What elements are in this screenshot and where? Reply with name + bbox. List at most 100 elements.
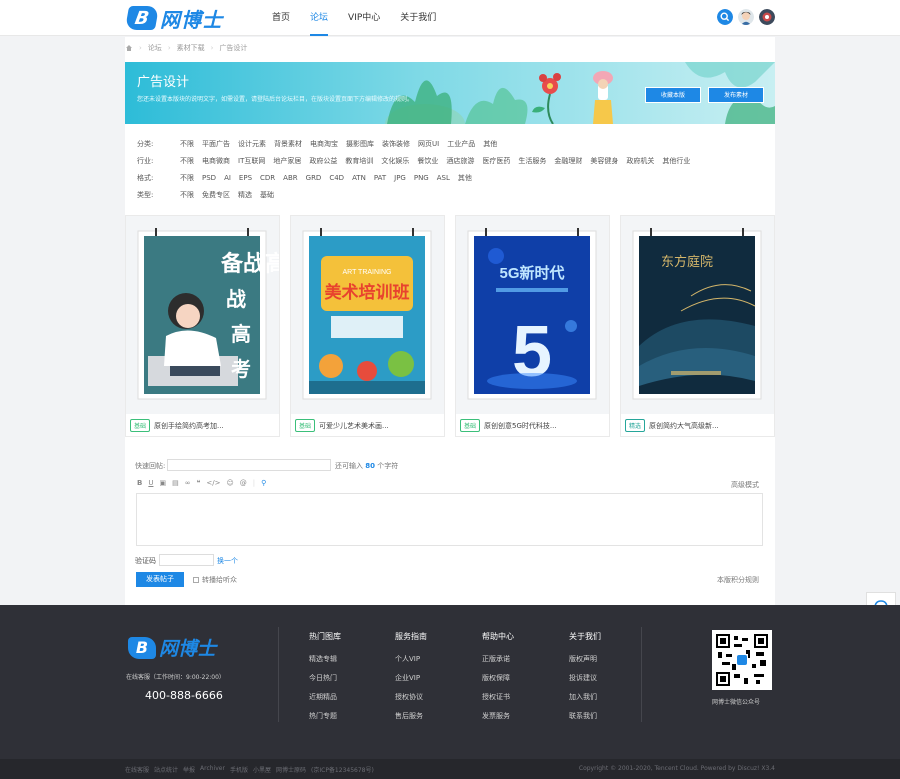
card-title[interactable]: 原创简约大气高级新... (649, 421, 719, 431)
bottom-link[interactable]: 手机版 (230, 765, 248, 774)
collect-forum-button[interactable]: 收藏本版 (645, 87, 701, 103)
filter-option[interactable]: 政府公益 (309, 156, 337, 166)
footer-link[interactable]: 热门专题 (309, 711, 341, 721)
filter-option[interactable]: 生活服务 (518, 156, 546, 166)
footer-link[interactable]: 个人VIP (395, 654, 427, 664)
footer-link[interactable]: 授权证书 (482, 692, 514, 702)
footer-link[interactable]: 联系我们 (569, 711, 601, 721)
image-icon[interactable]: ▣ (159, 479, 166, 487)
icp-record[interactable]: (京ICP备12345678号) (311, 765, 374, 774)
bottom-link[interactable]: 举报 (183, 765, 195, 774)
filter-option[interactable]: 网页UI (418, 139, 439, 149)
link-icon[interactable]: ∞ (185, 479, 191, 487)
filter-option[interactable]: 其他 (483, 139, 497, 149)
bottom-link[interactable]: Archiver (200, 765, 225, 774)
filter-option[interactable]: 地产家居 (273, 156, 301, 166)
filter-option[interactable]: GRD (306, 174, 322, 182)
user-menu-icon[interactable] (759, 9, 775, 25)
filter-option[interactable]: C4D (329, 174, 344, 182)
filter-option[interactable]: 不限 (180, 190, 194, 200)
broadcast-checkbox[interactable] (193, 577, 199, 583)
avatar[interactable] (738, 9, 754, 25)
attachment-icon[interactable]: ▤ (172, 479, 179, 487)
filter-option[interactable]: 平面广告 (202, 139, 230, 149)
filter-option[interactable]: 免费专区 (202, 190, 230, 200)
footer-link[interactable]: 版权保障 (482, 673, 514, 683)
filter-option[interactable]: IT互联网 (238, 156, 265, 166)
material-card[interactable]: 5G新时代 5 基础 原创创意5G时代科技... (455, 215, 610, 437)
footer-link[interactable]: 发票服务 (482, 711, 514, 721)
bottom-link[interactable]: 站点统计 (154, 765, 178, 774)
footer-link[interactable]: 版权声明 (569, 654, 601, 664)
code-icon[interactable]: </> (206, 479, 220, 487)
card-title[interactable]: 原创手绘简约高考加... (154, 421, 224, 431)
reply-editor[interactable] (136, 493, 763, 546)
material-card[interactable]: 东方庭院 精选 原创简约大气高级新... (620, 215, 775, 437)
filter-option[interactable]: 金融理财 (554, 156, 582, 166)
footer-link[interactable]: 授权协议 (395, 692, 427, 702)
filter-option[interactable]: 不限 (180, 156, 194, 166)
filter-option[interactable]: PNG (414, 174, 429, 182)
filter-option[interactable]: 文化娱乐 (381, 156, 409, 166)
filter-option[interactable]: 电商微商 (202, 156, 230, 166)
bottom-link[interactable]: 网博士原码 (276, 765, 306, 774)
nav-vip[interactable]: VIP中心 (348, 0, 380, 36)
filter-option[interactable]: 政府机关 (626, 156, 654, 166)
underline-icon[interactable]: U (148, 479, 153, 487)
bold-icon[interactable]: B (137, 479, 142, 487)
material-card[interactable]: ART TRAINING 美术培训班 基础 可爱少儿艺术美术画... (290, 215, 445, 437)
filter-option[interactable]: 摄影图库 (346, 139, 374, 149)
bottom-link[interactable]: 小黑屋 (253, 765, 271, 774)
footer-link[interactable]: 投诉建议 (569, 673, 601, 683)
filter-option[interactable]: 医疗医药 (482, 156, 510, 166)
filter-option[interactable]: AI (224, 174, 231, 182)
filter-option[interactable]: 不限 (180, 173, 194, 183)
advanced-mode-link[interactable]: 高级模式 (731, 480, 759, 490)
filter-option[interactable]: 美容健身 (590, 156, 618, 166)
filter-option[interactable]: 工业产品 (447, 139, 475, 149)
filter-option[interactable]: JPG (394, 174, 406, 182)
reply-title-input[interactable] (167, 459, 331, 471)
broadcast-option[interactable]: 转播给听众 (193, 575, 237, 585)
submit-post-button[interactable]: 发表帖子 (136, 572, 184, 587)
nav-forum[interactable]: 论坛 (310, 0, 329, 36)
footer-link[interactable]: 近期精品 (309, 692, 341, 702)
quote-icon[interactable]: ❝ (197, 479, 201, 487)
footer-link[interactable]: 企业VIP (395, 673, 427, 683)
footer-link[interactable]: 售后服务 (395, 711, 427, 721)
footer-link[interactable]: 加入我们 (569, 692, 601, 702)
bottom-link[interactable]: 在线客服 (125, 765, 149, 774)
post-material-button[interactable]: 发布素材 (708, 87, 764, 103)
nav-home[interactable]: 首页 (272, 0, 290, 36)
filter-option[interactable]: ASL (437, 174, 450, 182)
filter-option[interactable]: CDR (260, 174, 275, 182)
material-card[interactable]: 备战高考 战 高 考 基础 原创手绘简约高考加... (125, 215, 309, 437)
filter-option[interactable]: ATN (352, 174, 366, 182)
card-title[interactable]: 可爱少儿艺术美术画... (319, 421, 389, 431)
filter-option[interactable]: 其他 (458, 173, 472, 183)
card-title[interactable]: 原创创意5G时代科技... (484, 421, 557, 431)
home-icon[interactable] (125, 44, 133, 52)
filter-option[interactable]: PAT (374, 174, 386, 182)
emoji-icon[interactable]: ☺ (226, 479, 233, 487)
filter-option[interactable]: 装饰装修 (382, 139, 410, 149)
filter-option[interactable]: 不限 (180, 139, 194, 149)
nav-about[interactable]: 关于我们 (400, 0, 436, 36)
filter-option[interactable]: EPS (239, 174, 252, 182)
filter-option[interactable]: PSD (202, 174, 216, 182)
filter-option[interactable]: 电商淘宝 (310, 139, 338, 149)
filter-option[interactable]: 背景素材 (274, 139, 302, 149)
filter-option[interactable]: 其他行业 (662, 156, 690, 166)
footer-link[interactable]: 精选专辑 (309, 654, 341, 664)
captcha-input[interactable] (159, 554, 214, 566)
search-icon[interactable] (717, 9, 733, 25)
footer-link[interactable]: 正版承诺 (482, 654, 514, 664)
captcha-refresh-link[interactable]: 换一个 (217, 556, 238, 566)
logo[interactable]: B 网博士 (124, 4, 223, 32)
filter-option[interactable]: 设计元素 (238, 139, 266, 149)
filter-option[interactable]: 酒店旅游 (446, 156, 474, 166)
breadcrumb-forum[interactable]: 论坛 (148, 43, 162, 53)
footer-link[interactable]: 今日热门 (309, 673, 341, 683)
points-rules-link[interactable]: 本版积分规则 (717, 575, 759, 585)
breadcrumb-category[interactable]: 素材下载 (177, 43, 205, 53)
